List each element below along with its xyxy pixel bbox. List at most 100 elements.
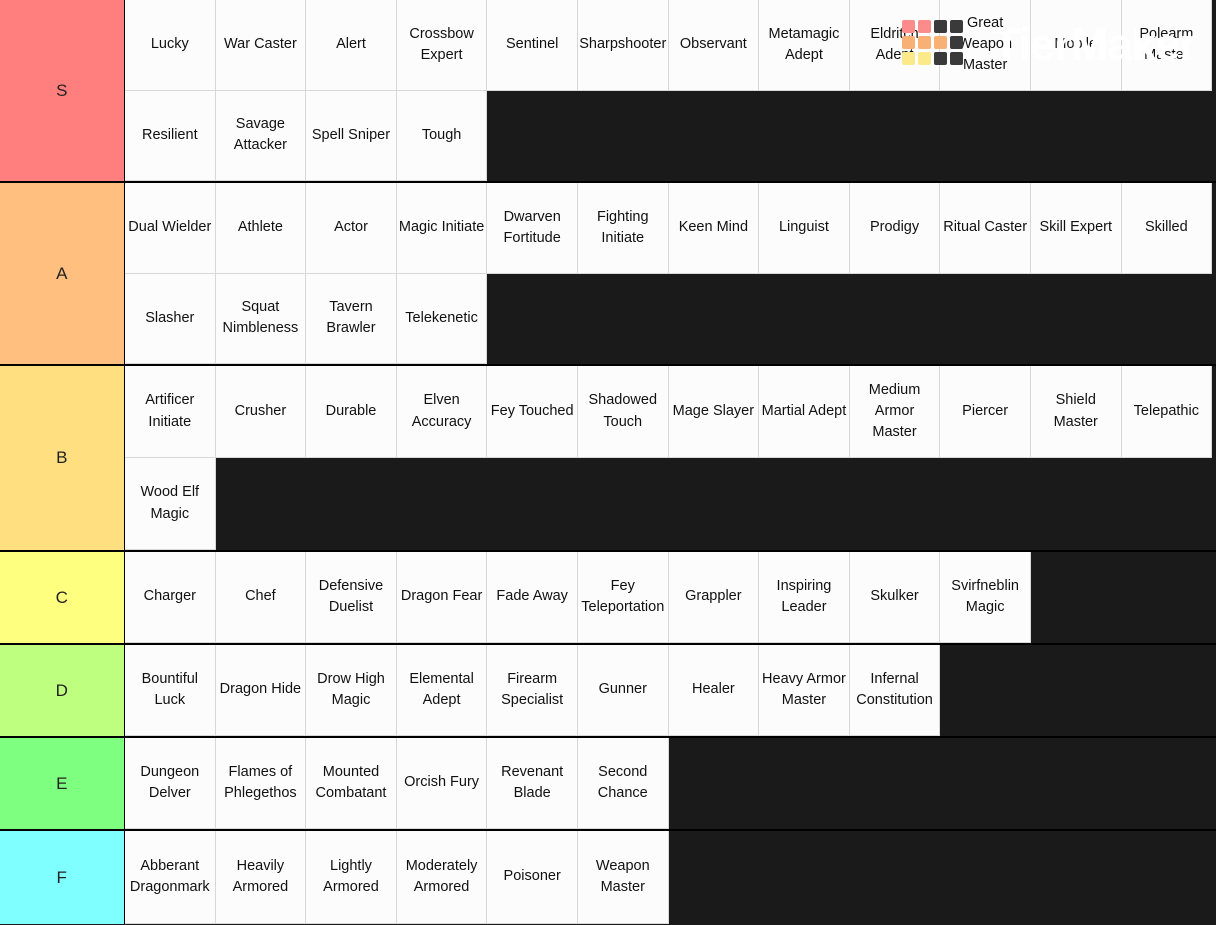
tier-item[interactable]: Gunner	[577, 645, 669, 736]
tier-item[interactable]: Revenant Blade	[487, 738, 578, 829]
tier-item-label: Observant	[679, 36, 747, 53]
tier-label-c[interactable]: C	[0, 552, 125, 643]
tier-item[interactable]: Fey Teleportation	[577, 552, 669, 643]
tier-item[interactable]: Dragon Hide	[215, 645, 307, 736]
tier-items-c: Charger Chef Defensive Duelist Dragon Fear F…	[125, 552, 1216, 643]
tier-item[interactable]: Resilient	[125, 90, 216, 181]
tier-item[interactable]: Crusher	[215, 366, 307, 458]
tier-items-d: Bountiful Luck Dragon Hide Drow High Magic…	[125, 645, 1216, 736]
tier-item[interactable]: Mage Slayer	[668, 366, 760, 458]
tier-item[interactable]: Great Weapon Master	[940, 0, 1031, 91]
tier-item-label: Infernal Constitution	[856, 670, 933, 708]
tier-item[interactable]: Fighting Initiate	[577, 183, 669, 274]
tier-item-label: Fey Teleportation	[581, 577, 665, 615]
tier-item[interactable]: Lightly Armored	[306, 831, 397, 924]
tier-item[interactable]: Inspiring Leader	[759, 552, 850, 643]
tier-item[interactable]: Dungeon Delver	[125, 738, 216, 829]
tier-item[interactable]: Tavern Brawler	[306, 273, 397, 364]
tier-item[interactable]: Heavy Armor Master	[759, 645, 850, 736]
tier-item-label: Svirfneblin Magic	[951, 577, 1019, 615]
tier-row-a: A Dual Wielder Athlete Actor Magic Initiate D…	[0, 183, 1216, 366]
tier-item[interactable]: Abberant Dragonmark	[125, 831, 216, 924]
tier-item[interactable]: Skill Expert	[1030, 183, 1122, 274]
tier-item[interactable]: Defensive Duelist	[306, 552, 397, 643]
tier-item[interactable]: Observant	[668, 0, 760, 91]
tier-item[interactable]: Chef	[215, 552, 307, 643]
tier-item[interactable]: Actor	[306, 183, 397, 274]
tier-item[interactable]: Sharpshooter	[577, 0, 669, 91]
tier-item[interactable]: War Caster	[215, 0, 307, 91]
tier-item[interactable]: Grappler	[668, 552, 760, 643]
tier-label-s[interactable]: S	[0, 0, 125, 181]
tier-item-label: Alert	[336, 36, 366, 53]
tier-item[interactable]: Metamagic Adept	[759, 0, 850, 91]
tier-item[interactable]: Telepathic	[1121, 366, 1213, 458]
tier-items-f: Abberant Dragonmark Heavily Armored Lightl…	[125, 831, 1216, 924]
tier-item[interactable]: Infernal Constitution	[849, 645, 941, 736]
tier-item[interactable]: Skilled	[1121, 183, 1213, 274]
tier-item[interactable]: Athlete	[215, 183, 307, 274]
tier-item[interactable]: Polearm Master	[1121, 0, 1213, 91]
tier-item[interactable]: Weapon Master	[577, 831, 669, 924]
tier-item[interactable]: Elemental Adept	[396, 645, 488, 736]
tier-item[interactable]: Skulker	[849, 552, 941, 643]
tier-item[interactable]: Fey Touched	[487, 366, 578, 458]
tier-item[interactable]: Mobile	[1030, 0, 1122, 91]
tier-item[interactable]: Second Chance	[577, 738, 669, 829]
tier-item[interactable]: Magic Initiate	[396, 183, 488, 274]
tier-item[interactable]: Martial Adept	[759, 366, 850, 458]
tier-row-f: F Abberant Dragonmark Heavily Armored Light…	[0, 831, 1216, 924]
tier-item-label: Heavy Armor Master	[762, 670, 846, 708]
tier-item[interactable]: Artificer Initiate	[125, 366, 216, 458]
tier-item[interactable]: Squat Nimbleness	[215, 273, 307, 364]
tier-item[interactable]: Dragon Fear	[396, 552, 488, 643]
tier-label-d[interactable]: D	[0, 645, 125, 736]
tier-item[interactable]: Durable	[306, 366, 397, 458]
tier-item[interactable]: Drow High Magic	[306, 645, 397, 736]
tier-item-label: Dual Wielder	[128, 219, 212, 236]
tier-item[interactable]: Slasher	[125, 273, 216, 364]
tier-label-a[interactable]: A	[0, 183, 125, 364]
tier-item[interactable]: Prodigy	[849, 183, 941, 274]
tier-item[interactable]: Svirfneblin Magic	[940, 552, 1031, 643]
tier-item[interactable]: Piercer	[940, 366, 1031, 458]
tier-item[interactable]: Wood Elf Magic	[125, 458, 216, 550]
tier-item[interactable]: Shield Master	[1030, 366, 1122, 458]
tier-item[interactable]: Tough	[396, 90, 488, 181]
tier-item[interactable]: Keen Mind	[668, 183, 760, 274]
tier-item[interactable]: Sentinel	[487, 0, 578, 91]
tier-item[interactable]: Medium Armor Master	[849, 366, 941, 458]
tier-item[interactable]: Healer	[668, 645, 760, 736]
tier-item[interactable]: Savage Attacker	[215, 90, 307, 181]
tier-item[interactable]: Charger	[125, 552, 216, 643]
tier-item[interactable]: Mounted Combatant	[306, 738, 397, 829]
tier-item[interactable]: Moderately Armored	[396, 831, 488, 924]
tier-item[interactable]: Alert	[306, 0, 397, 91]
tier-row-b: B Artificer Initiate Crusher Durable Elven A…	[0, 366, 1216, 552]
tier-item[interactable]: Dwarven Fortitude	[487, 183, 578, 274]
tier-label-b[interactable]: B	[0, 366, 125, 550]
tier-item[interactable]: Ritual Caster	[940, 183, 1031, 274]
tier-item-label: Sentinel	[505, 36, 559, 53]
tier-item-label: Telepathic	[1133, 402, 1199, 419]
tier-item[interactable]: Telekenetic	[396, 273, 488, 364]
tier-item[interactable]: Spell Sniper	[306, 90, 397, 181]
tier-item[interactable]: Poisoner	[487, 831, 578, 924]
tier-item[interactable]: Bountiful Luck	[125, 645, 216, 736]
tier-item-label: Elemental Adept	[409, 670, 474, 708]
tier-item[interactable]: Flames of Phlegethos	[215, 738, 307, 829]
tier-item[interactable]: Orcish Fury	[396, 738, 488, 829]
tier-item-label: Dragon Hide	[219, 681, 302, 698]
tier-item[interactable]: Heavily Armored	[215, 831, 307, 924]
tier-label-e[interactable]: E	[0, 738, 125, 829]
tier-item[interactable]: Linguist	[759, 183, 850, 274]
tier-item[interactable]: Elven Accuracy	[396, 366, 488, 458]
tier-item[interactable]: Firearm Specialist	[487, 645, 578, 736]
tier-label-f[interactable]: F	[0, 831, 125, 924]
tier-item[interactable]: Eldritch Adept	[849, 0, 941, 91]
tier-item[interactable]: Lucky	[125, 0, 216, 91]
tier-item[interactable]: Shadowed Touch	[577, 366, 669, 458]
tier-item[interactable]: Crossbow Expert	[396, 0, 488, 91]
tier-item[interactable]: Dual Wielder	[125, 183, 216, 274]
tier-item[interactable]: Fade Away	[487, 552, 578, 643]
